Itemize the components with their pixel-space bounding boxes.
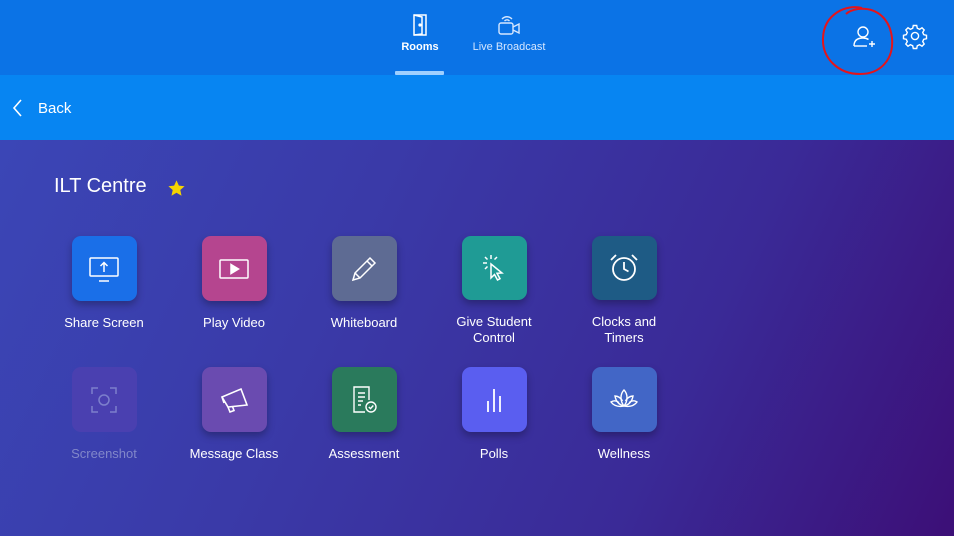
tool-label: Give Student Control bbox=[456, 314, 532, 345]
tile-box bbox=[201, 367, 267, 432]
gear-icon bbox=[902, 24, 928, 50]
broadcast-camera-icon bbox=[498, 16, 520, 35]
tile-box bbox=[331, 236, 397, 301]
door-icon bbox=[413, 14, 427, 36]
tab-live-broadcast-label: Live Broadcast bbox=[472, 41, 546, 53]
settings-button[interactable] bbox=[901, 22, 931, 52]
tool-label: Play Video bbox=[203, 315, 265, 330]
back-button[interactable]: Back bbox=[10, 95, 71, 121]
tab-rooms[interactable]: Rooms bbox=[392, 0, 448, 75]
tile-box bbox=[591, 367, 657, 432]
tool-wellness[interactable]: Wellness bbox=[559, 367, 689, 477]
tool-polls[interactable]: Polls bbox=[429, 367, 559, 477]
megaphone-icon bbox=[220, 387, 249, 413]
tile-box bbox=[461, 236, 527, 300]
tool-label: Screenshot bbox=[71, 446, 137, 461]
back-label: Back bbox=[38, 99, 72, 117]
share-screen-icon bbox=[89, 256, 119, 282]
add-user-icon bbox=[853, 26, 875, 47]
room-title: ILT Centre bbox=[54, 175, 147, 197]
tool-whiteboard[interactable]: Whiteboard bbox=[299, 236, 429, 346]
top-bar: Rooms Live Broadcast bbox=[0, 0, 954, 76]
alarm-clock-icon bbox=[610, 254, 638, 281]
add-user-button[interactable] bbox=[850, 22, 880, 52]
tool-play-video[interactable]: Play Video bbox=[169, 236, 299, 346]
tool-label: Polls bbox=[479, 446, 509, 461]
tool-message-class[interactable]: Message Class bbox=[169, 367, 299, 477]
tool-clocks-and-timers[interactable]: Clocks and Timers bbox=[559, 236, 689, 346]
pencil-icon bbox=[351, 256, 377, 281]
tool-assessment[interactable]: Assessment bbox=[299, 367, 429, 477]
tool-label: Message Class bbox=[189, 446, 279, 461]
tile-box bbox=[591, 236, 657, 300]
tool-label: Share Screen bbox=[64, 315, 144, 330]
tile-box bbox=[71, 236, 137, 301]
lotus-icon bbox=[609, 388, 639, 407]
chevron-left-icon bbox=[12, 99, 22, 117]
tile-box bbox=[201, 236, 267, 301]
tool-label: Clocks and Timers bbox=[591, 314, 657, 345]
polls-icon bbox=[487, 388, 501, 412]
tool-label: Assessment bbox=[328, 446, 400, 461]
back-bar: Back bbox=[0, 75, 954, 140]
tool-label: Wellness bbox=[597, 446, 651, 461]
play-video-icon bbox=[219, 258, 249, 279]
pointer-click-icon bbox=[483, 255, 504, 282]
assessment-icon bbox=[353, 385, 377, 413]
room-content: ILT Centre Share Screen Play Video White… bbox=[0, 140, 954, 536]
tile-box bbox=[331, 367, 397, 432]
tool-share-screen[interactable]: Share Screen bbox=[39, 236, 169, 346]
screenshot-icon bbox=[91, 386, 117, 413]
tool-screenshot: Screenshot bbox=[39, 367, 169, 477]
tool-label: Whiteboard bbox=[330, 315, 398, 330]
tab-rooms-label: Rooms bbox=[401, 41, 439, 53]
tool-give-student-control[interactable]: Give Student Control bbox=[429, 236, 559, 346]
tile-box bbox=[71, 367, 137, 432]
tab-live-broadcast[interactable]: Live Broadcast bbox=[466, 0, 552, 75]
favorite-star-icon[interactable] bbox=[167, 179, 186, 198]
tile-box bbox=[461, 367, 527, 432]
